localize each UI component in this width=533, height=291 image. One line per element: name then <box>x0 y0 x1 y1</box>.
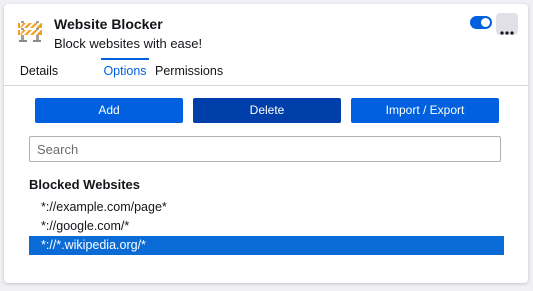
search-input[interactable] <box>29 136 501 162</box>
addon-enable-toggle[interactable] <box>470 16 492 29</box>
delete-button[interactable]: Delete <box>193 98 341 123</box>
addon-card: Website Blocker Block websites with ease… <box>4 4 528 283</box>
list-item[interactable]: *://google.com/* <box>29 217 504 236</box>
tab-bar: Details Options Permissions <box>4 58 528 86</box>
tab-options[interactable]: Options <box>101 58 149 84</box>
more-dots-icon <box>500 22 514 35</box>
import-export-button[interactable]: Import / Export <box>351 98 499 123</box>
list-item-selected[interactable]: *://*.wikipedia.org/* <box>29 236 504 255</box>
addon-header: Website Blocker Block websites with ease… <box>4 4 528 58</box>
tab-details[interactable]: Details <box>17 58 61 84</box>
toggle-knob <box>481 18 490 27</box>
list-item[interactable]: *://example.com/page* <box>29 198 504 217</box>
addon-name: Website Blocker <box>54 16 163 32</box>
tab-permissions[interactable]: Permissions <box>155 58 223 84</box>
blocked-websites-heading: Blocked Websites <box>29 177 141 192</box>
blocked-websites-list: *://example.com/page* *://google.com/* *… <box>29 198 504 255</box>
barrier-icon <box>17 17 43 43</box>
addon-description: Block websites with ease! <box>54 36 203 51</box>
more-options-button[interactable] <box>496 13 518 35</box>
add-button[interactable]: Add <box>35 98 183 123</box>
